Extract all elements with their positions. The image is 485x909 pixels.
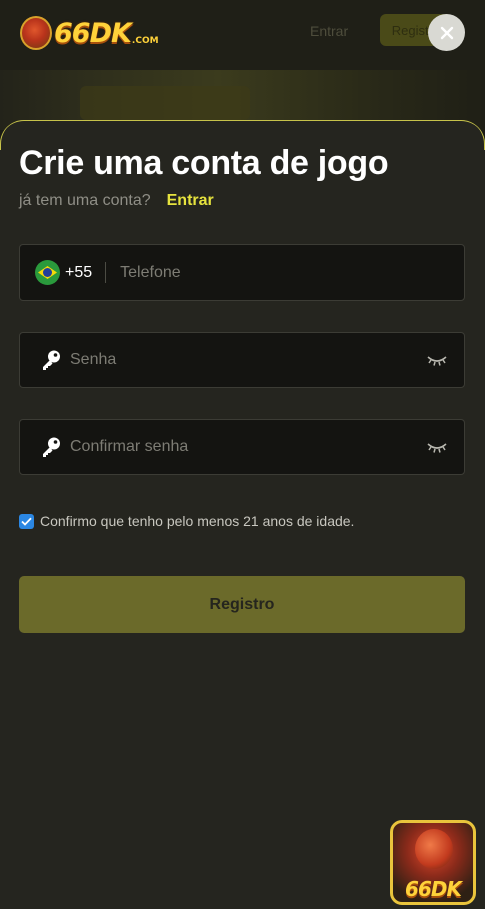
phone-field: +55 [19, 244, 465, 301]
promo-badge-text: 66DK [405, 877, 462, 901]
login-link[interactable]: Entrar [167, 192, 214, 210]
phone-input[interactable] [106, 245, 464, 300]
logo-text: 66DK [54, 17, 132, 49]
login-prompt: já tem uma conta? Entrar [19, 192, 214, 210]
login-prompt-text: já tem uma conta? [19, 192, 151, 209]
age-confirm-row: Confirmo que tenho pelo menos 21 anos de… [19, 513, 354, 529]
logo-mascot-image [20, 16, 52, 50]
age-confirm-checkbox[interactable] [19, 513, 34, 529]
promo-mascot-image [415, 829, 453, 869]
eye-closed-icon[interactable] [426, 440, 448, 454]
close-button[interactable] [428, 14, 465, 51]
password-input[interactable] [62, 333, 426, 387]
modal-title: Crie uma conta de jogo [19, 144, 389, 182]
age-confirm-label[interactable]: Confirmo que tenho pelo menos 21 anos de… [40, 513, 354, 529]
logo-suffix: .COM [131, 36, 159, 46]
password-field [19, 332, 465, 388]
register-button[interactable]: Registro [19, 576, 465, 633]
eye-closed-icon[interactable] [426, 353, 448, 367]
key-icon [43, 350, 60, 370]
confirm-password-input[interactable] [62, 420, 426, 474]
background-banner-logo [80, 86, 250, 120]
confirm-password-field [19, 419, 465, 475]
promo-badge[interactable]: 66DK [390, 820, 476, 905]
checkmark-icon [21, 517, 32, 526]
country-code[interactable]: +55 [65, 264, 92, 282]
close-icon [440, 26, 453, 39]
key-icon [43, 437, 60, 457]
site-logo[interactable]: 66DK .COM [20, 14, 159, 52]
brazil-flag-icon[interactable] [35, 260, 60, 285]
site-header: 66DK .COM Entrar Registro [0, 0, 485, 70]
header-login-link: Entrar [310, 23, 349, 39]
